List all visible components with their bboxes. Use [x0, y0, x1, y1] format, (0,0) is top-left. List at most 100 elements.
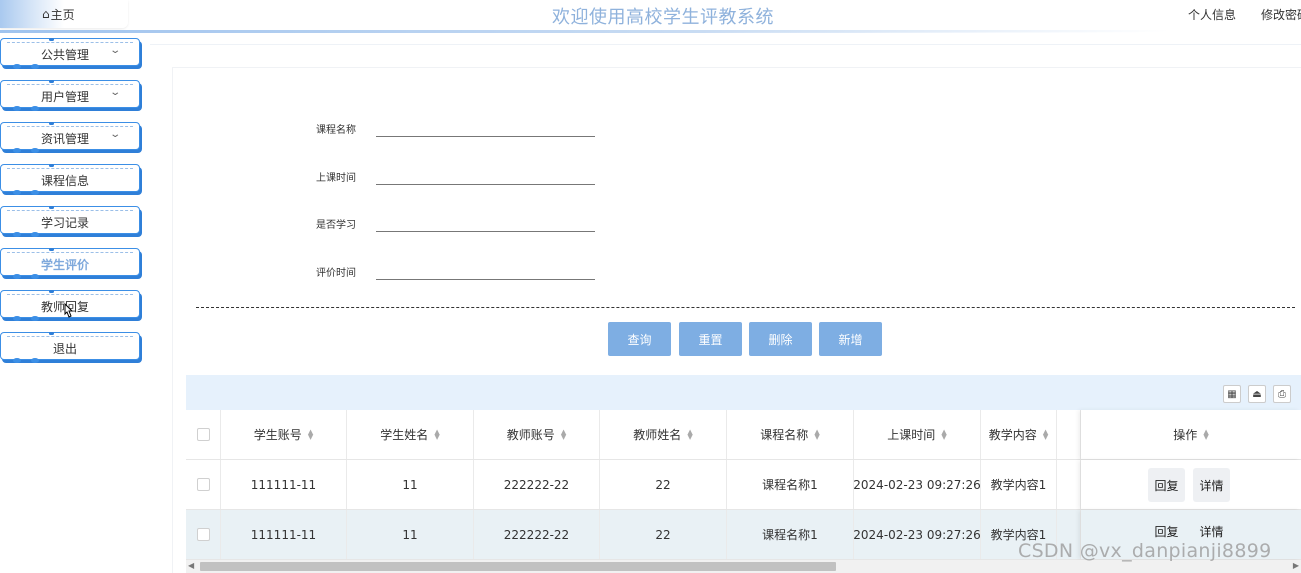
cell-class-time: 2024-02-23 09:27:26 [854, 460, 981, 509]
column-header-label: 教师姓名 [633, 428, 682, 442]
decor-dot [31, 232, 39, 237]
select-all-checkbox[interactable] [196, 428, 210, 441]
class-time-row: 上课时间 [316, 163, 596, 189]
profile-link[interactable]: 个人信息 [1188, 6, 1236, 23]
cell-content: 教学内容1 [981, 460, 1057, 509]
column-header-label: 学生账号 [253, 428, 302, 442]
print-icon[interactable]: ⎙ [1273, 385, 1291, 403]
export-icon[interactable]: ⏏ [1248, 385, 1266, 403]
sort-icon: ▲ ▼ [307, 427, 314, 441]
home-tab[interactable]: ⌂ 主页 [0, 0, 128, 28]
reply-button[interactable]: 回复 [1148, 468, 1185, 502]
column-header-label: 教师账号 [506, 428, 555, 442]
decor-dot [13, 64, 21, 69]
column-header-label: 上课时间 [887, 428, 936, 442]
sidebar-item-news-management[interactable]: 资讯管理 ⌄ [0, 122, 140, 153]
is-study-input[interactable] [376, 210, 595, 232]
operation-column-header: 操作 ▲ ▼ [1081, 410, 1301, 459]
sidebar-item-student-evaluation[interactable]: 学生评价 [0, 248, 140, 279]
row-checkbox[interactable] [196, 528, 210, 541]
cell-teacher-account: 222222-22 [474, 460, 600, 509]
sidebar-item-user-management[interactable]: 用户管理 ⌄ [0, 80, 140, 111]
form-divider [196, 307, 1295, 308]
cell-teacher-account: 222222-22 [474, 510, 600, 559]
sort-icon: ▲ ▼ [1203, 427, 1209, 441]
column-header[interactable]: 上课时间 ▲ ▼ [854, 410, 981, 459]
decor-dot [31, 316, 39, 321]
column-header[interactable]: 教师姓名 ▲ ▼ [600, 410, 727, 459]
sort-icon: ▲ ▼ [560, 427, 567, 441]
watermark: CSDN @vx_danpianji8899 [1018, 540, 1272, 562]
sidebar-item-label: 课程信息 [41, 174, 90, 188]
cell-spacer [1057, 460, 1081, 509]
column-header-label: 教学内容 [988, 428, 1037, 442]
row-checkbox-cell [186, 460, 221, 509]
sort-icon: ▲ ▼ [1042, 427, 1049, 441]
change-password-link[interactable]: 修改密码 [1261, 6, 1301, 23]
scroll-right-icon[interactable]: ▶ [1293, 561, 1299, 570]
cell-student-name: 11 [347, 510, 474, 559]
row-checkbox[interactable] [196, 478, 210, 491]
sort-icon: ▲ ▼ [814, 427, 820, 441]
cell-course-name: 课程名称1 [727, 460, 854, 509]
cell-course-name: 课程名称1 [727, 510, 854, 559]
eval-time-row: 评价时间 [316, 258, 596, 284]
chevron-down-icon: ⌄ [109, 45, 122, 56]
eval-time-input[interactable] [376, 258, 595, 280]
column-header[interactable]: 教学内容 ▲ ▼ [981, 410, 1057, 459]
delete-button[interactable]: 删除 [749, 322, 812, 356]
column-header[interactable]: 课程名称 ▲ ▼ [727, 410, 854, 459]
columns-icon[interactable]: ▦ [1223, 385, 1241, 403]
chevron-down-icon: ⌄ [109, 87, 122, 98]
detail-button[interactable]: 详情 [1193, 468, 1230, 502]
cell-teacher-name: 22 [600, 460, 727, 509]
column-header[interactable]: 学生账号 ▲ ▼ [221, 410, 347, 459]
sidebar-item-label: 用户管理 [41, 90, 90, 104]
decor-dot [31, 106, 39, 111]
is-study-row: 是否学习 [316, 210, 596, 236]
column-header-label: 课程名称 [760, 428, 809, 442]
top-header: ⌂ 主页 欢迎使用高校学生评教系统 个人信息 修改密码 [0, 0, 1301, 33]
sidebar-item-label: 公共管理 [41, 48, 90, 62]
home-label: 主页 [50, 7, 75, 22]
column-header-label: 学生姓名 [380, 428, 429, 442]
table-header: 学生账号 ▲ ▼ 学生姓名 ▲ ▼ 教师账号 ▲ ▼ 教师姓名 ▲ ▼ 课程名称 ▲ ▼ 上课时间 ▲… [186, 410, 1301, 460]
column-header[interactable]: 教师账号 ▲ ▼ [474, 410, 600, 459]
decor-dot [31, 358, 39, 363]
class-time-input[interactable] [376, 163, 595, 185]
row-checkbox-cell [186, 510, 221, 559]
sidebar-item-course-info[interactable]: 课程信息 [0, 164, 140, 195]
scrollbar-thumb[interactable] [200, 562, 836, 571]
sidebar-item-study-records[interactable]: 学习记录 [0, 206, 140, 237]
column-header-spacer [1057, 410, 1081, 459]
course-name-row: 课程名称 [316, 115, 596, 141]
course-name-label: 课程名称 [316, 125, 356, 136]
cell-student-name: 11 [347, 460, 474, 509]
sidebar-item-label: 退出 [52, 342, 77, 356]
sidebar-item-label: 资讯管理 [41, 132, 90, 146]
scroll-left-icon[interactable]: ◀ [188, 561, 194, 570]
decor-dot [31, 148, 39, 153]
header-accent-bar [0, 30, 1170, 33]
sort-icon: ▲ ▼ [941, 427, 947, 441]
add-button[interactable]: 新增 [819, 322, 882, 356]
reset-button[interactable]: 重置 [679, 322, 742, 356]
class-time-label: 上课时间 [316, 173, 356, 184]
decor-dot [13, 232, 21, 237]
cell-student-account: 111111-11 [221, 510, 347, 559]
cell-class-time: 2024-02-23 09:27:26 [854, 510, 981, 559]
decor-dot [13, 106, 21, 111]
column-header[interactable]: 操作 ▲ ▼ [1081, 410, 1301, 459]
decor-dot [13, 190, 21, 195]
column-header-label: 操作 [1173, 428, 1198, 442]
operation-cell: 回复 详情 [1081, 460, 1301, 509]
is-study-label: 是否学习 [316, 220, 356, 231]
sidebar-item-logout[interactable]: 退出 [0, 332, 140, 363]
column-header[interactable]: 学生姓名 ▲ ▼ [347, 410, 474, 459]
decor-dot [13, 358, 21, 363]
course-name-input[interactable] [376, 115, 595, 137]
chevron-down-icon: ⌄ [109, 129, 122, 140]
query-button[interactable]: 查询 [608, 322, 671, 356]
sidebar-item-public-management[interactable]: 公共管理 ⌄ [0, 38, 140, 69]
table-row: 111111-11 11 222222-22 22 课程名称1 2024-02-… [186, 460, 1301, 510]
